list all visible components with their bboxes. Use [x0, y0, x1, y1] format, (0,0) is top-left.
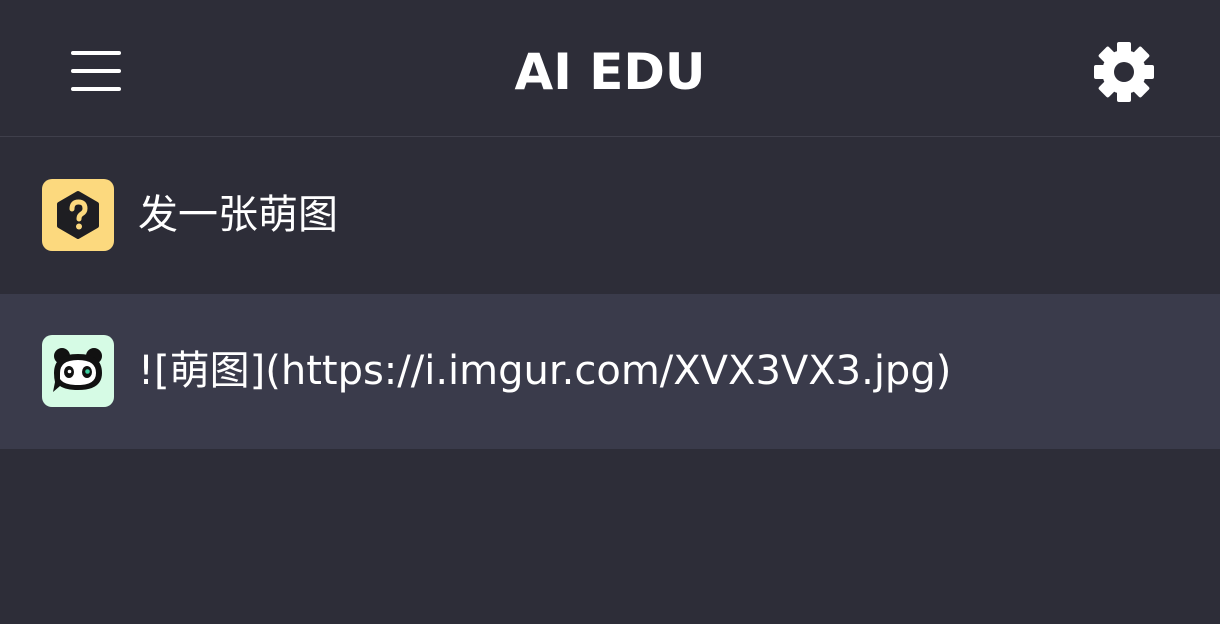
user-message-text: 发一张萌图 — [138, 192, 338, 238]
settings-button[interactable] — [1088, 36, 1160, 108]
menu-button[interactable] — [58, 38, 134, 104]
app-header: AI EDU — [0, 0, 1220, 137]
user-message-row: 发一张萌图 — [0, 138, 1220, 293]
user-avatar — [42, 179, 114, 251]
page-title: AI EDU — [514, 43, 706, 101]
question-hexagon-icon — [57, 191, 99, 239]
assistant-message-text: ![萌图](https://i.imgur.com/XVX3VX3.jpg) — [138, 348, 952, 394]
assistant-message-row: ![萌图](https://i.imgur.com/XVX3VX3.jpg) — [0, 294, 1220, 449]
panda-bot-icon — [53, 348, 102, 392]
gear-icon — [1094, 42, 1154, 102]
bot-avatar — [42, 335, 114, 407]
